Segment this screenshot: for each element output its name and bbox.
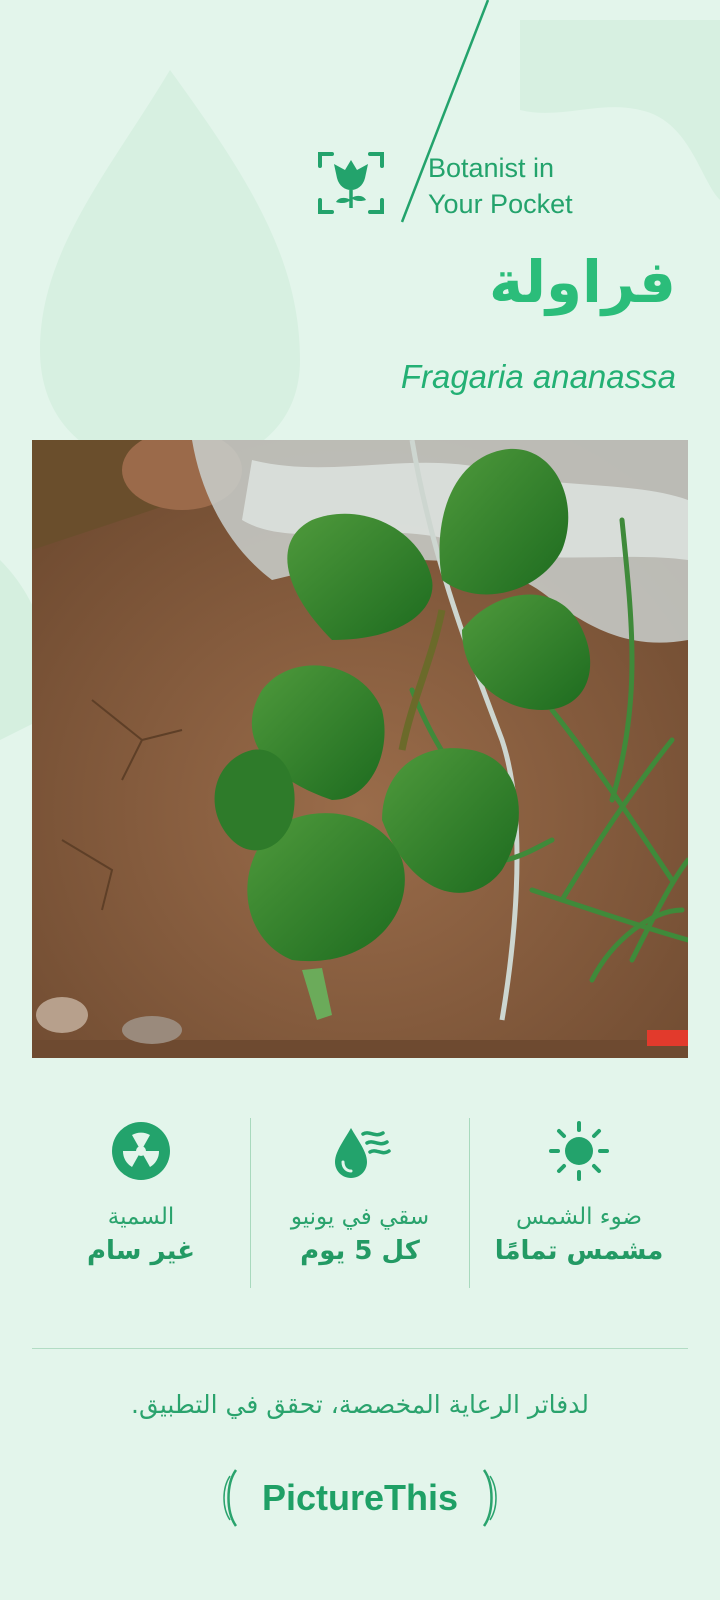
flower-scan-icon [318,152,384,214]
stat-toxicity-value: غير سام [87,1236,195,1266]
stat-sunlight-value: مشمس تمامًا [494,1236,664,1266]
stat-toxicity-label: السمية [107,1204,175,1230]
strawberry-plant-photo [32,440,688,1058]
logo-wordmark: PictureThis [261,1477,459,1518]
brand-header: Botanist in Your Pocket [300,0,630,230]
stat-watering-value: كل 5 يوم [300,1236,420,1266]
toxicity-icon [112,1122,170,1180]
plant-scientific-name: Fragaria ananassa [400,358,676,395]
stat-sunlight: ضوء الشمس مشمس تمامًا [469,1118,688,1288]
sun-icon [549,1121,609,1181]
app-care-note: لدفاتر الرعاية المخصصة، تحقق في التطبيق. [131,1390,589,1419]
watering-icon [335,1128,391,1178]
stat-toxicity: السمية غير سام [32,1118,250,1288]
care-stats-row: السمية غير سام سقي في يونيو كل 5 يوم ضوء… [32,1118,688,1288]
stat-sunlight-label: ضوء الشمس [515,1204,643,1230]
picturethis-logo: PictureThis [220,1466,500,1530]
brand-tagline: Botanist in Your Pocket [428,153,573,219]
stat-watering: سقي في يونيو كل 5 يوم [250,1118,469,1288]
stat-watering-label: سقي في يونيو [290,1204,430,1230]
plant-common-name: فراولة [489,248,676,316]
section-divider [32,1348,688,1349]
logo-right-bracket-icon [482,1469,497,1527]
